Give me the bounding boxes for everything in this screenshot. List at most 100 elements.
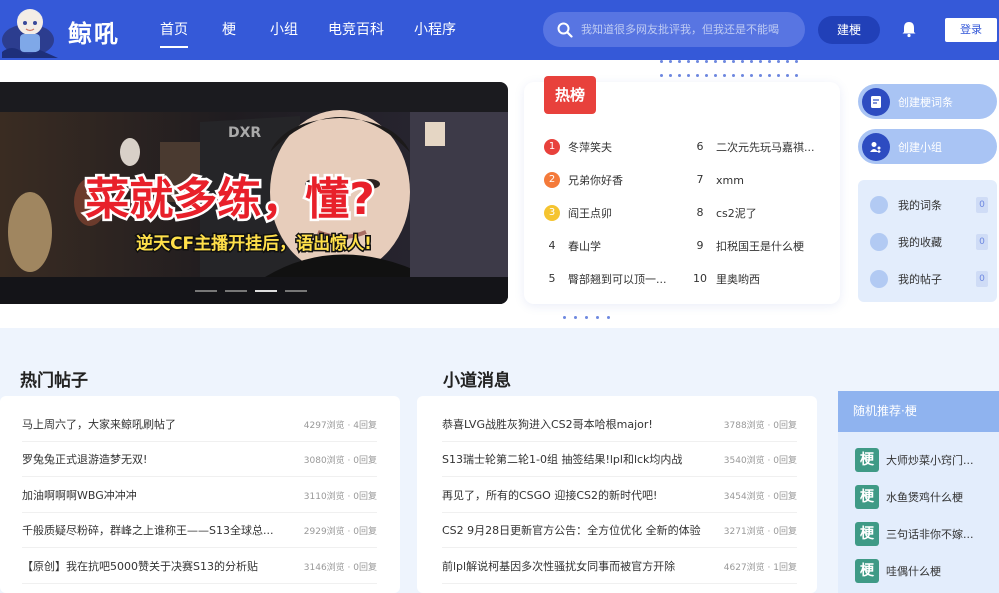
rank-badge: 2 <box>544 172 560 188</box>
post-title: 【原创】我在抗吧5000赞关于决赛S13的分析贴 <box>22 560 258 573</box>
search-input[interactable] <box>581 23 805 36</box>
search-icon[interactable] <box>557 22 573 38</box>
recommend-item[interactable]: 梗 大师炒菜小窍门... <box>855 448 985 472</box>
star-icon <box>870 233 888 251</box>
my-favorites-link[interactable]: 我的收藏 0 <box>870 233 988 251</box>
post-title: 加油啊啊啊WBG冲冲冲 <box>22 489 137 502</box>
hot-item[interactable]: 3 阎王点卯 <box>544 205 612 221</box>
rank-number: 7 <box>696 173 704 186</box>
my-entries-label: 我的词条 <box>898 199 942 212</box>
my-favorites-count: 0 <box>976 234 988 250</box>
banner-headline: 菜就多练，懂? <box>85 174 375 225</box>
carousel-dot-active[interactable] <box>255 290 277 292</box>
nav-mini-program[interactable]: 小程序 <box>414 0 456 60</box>
search-bar[interactable] <box>543 12 805 47</box>
hot-item[interactable]: 4 春山学 <box>544 238 602 254</box>
hot-item[interactable]: 5 臀部翘到可以顶一... <box>544 271 667 287</box>
rank-badge: 3 <box>544 205 560 221</box>
create-group-button[interactable]: 创建小组 <box>858 129 997 164</box>
recommend-item[interactable]: 梗 哇偶什么梗 <box>855 559 985 583</box>
carousel-dot[interactable] <box>285 290 307 292</box>
news-title: 小道消息 <box>443 371 511 391</box>
news-row[interactable]: 再见了，所有的CSGO 迎接CS2的新时代吧! 3454浏览 · 0回复 <box>442 478 797 513</box>
nav-meme[interactable]: 梗 <box>222 0 236 60</box>
recommend-item-label: 三句话非你不嫁... <box>886 528 974 541</box>
news-meta: 4627浏览 · 1回复 <box>723 562 797 573</box>
news-row[interactable]: 恭喜LVG战胜灰狗进入CS2哥本哈根major! 3788浏览 · 0回复 <box>442 407 797 442</box>
hot-item[interactable]: 7 xmm <box>692 172 744 188</box>
post-meta: 3110浏览 · 0回复 <box>303 491 377 502</box>
my-entries-link[interactable]: 我的词条 0 <box>870 196 988 214</box>
nav-home[interactable]: 首页 <box>160 0 188 60</box>
hot-item-title: 二次元先玩马嘉祺... <box>716 141 815 154</box>
carousel-indicators <box>195 290 307 292</box>
recommend-item[interactable]: 梗 三句话非你不嫁... <box>855 522 985 546</box>
post-row[interactable]: 马上周六了，大家来鲸吼刷帖了 4297浏览 · 4回复 <box>22 407 377 442</box>
banner-logo-text: DXR <box>228 125 261 141</box>
rank-number: 5 <box>548 272 556 285</box>
hot-item-title: 冬萍笑夫 <box>568 141 612 154</box>
hot-item[interactable]: 10 里奥哟西 <box>692 271 760 287</box>
meme-icon: 梗 <box>855 485 879 509</box>
meme-icon: 梗 <box>855 522 879 546</box>
hot-item[interactable]: 6 二次元先玩马嘉祺... <box>692 139 815 155</box>
post-row[interactable]: 罗兔兔正式退游造梦无双! 3080浏览 · 0回复 <box>22 442 377 477</box>
hot-item-title: cs2泥了 <box>716 207 757 220</box>
rank-number: 10 <box>693 272 707 285</box>
carousel-banner[interactable]: DXR 菜就多练，懂? 逆天CF主播开挂后，语出惊人! <box>0 82 508 304</box>
create-meme-label: 创建梗词条 <box>898 95 953 109</box>
post-title: 马上周六了，大家来鲸吼刷帖了 <box>22 418 176 431</box>
carousel-dot[interactable] <box>195 290 217 292</box>
login-button[interactable]: 登录 <box>945 18 997 42</box>
hot-list-tag: 热榜 <box>544 76 596 114</box>
post-title: 千般质疑尽粉碎，群峰之上谁称王——S13全球总... <box>22 524 274 537</box>
hot-item-title: 扣税国王是什么梗 <box>716 240 804 253</box>
hot-item[interactable]: 2 兄弟你好香 <box>544 172 623 188</box>
news-title-text: S13瑞士轮第二轮1-0组 抽签结果!lpl和lck均内战 <box>442 453 683 466</box>
document-icon <box>862 87 890 116</box>
post-row[interactable]: 加油啊啊啊WBG冲冲冲 3110浏览 · 0回复 <box>22 478 377 513</box>
nav-group[interactable]: 小组 <box>270 0 298 60</box>
create-meme-button[interactable]: 建梗 <box>818 16 880 44</box>
site-logo-text[interactable]: 鲸吼 <box>68 14 120 49</box>
hot-item-title: 阎王点卯 <box>568 207 612 220</box>
post-row[interactable]: 【原创】我在抗吧5000赞关于决赛S13的分析贴 3146浏览 · 0回复 <box>22 549 377 584</box>
rank-number: 6 <box>696 140 704 153</box>
rank-number: 4 <box>548 239 556 252</box>
post-row[interactable]: 千般质疑尽粉碎，群峰之上谁称王——S13全球总... 2929浏览 · 0回复 <box>22 513 377 548</box>
recommend-item-label: 水鱼煲鸡什么梗 <box>886 491 963 504</box>
my-posts-count: 0 <box>976 271 988 287</box>
hot-item[interactable]: 9 扣税国王是什么梗 <box>692 238 805 254</box>
post-icon <box>870 270 888 288</box>
nav-esports-wiki[interactable]: 电竞百科 <box>328 0 384 60</box>
recommend-item[interactable]: 梗 水鱼煲鸡什么梗 <box>855 485 985 509</box>
my-entries-count: 0 <box>976 197 988 213</box>
hot-item-title: 兄弟你好香 <box>568 174 623 187</box>
group-icon <box>862 132 890 161</box>
news-row[interactable]: S13瑞士轮第二轮1-0组 抽签结果!lpl和lck均内战 3540浏览 · 0… <box>442 442 797 477</box>
news-title-text: 再见了，所有的CSGO 迎接CS2的新时代吧! <box>442 489 658 502</box>
my-posts-link[interactable]: 我的帖子 0 <box>870 270 988 288</box>
meme-icon: 梗 <box>855 448 879 472</box>
hot-posts-title: 热门帖子 <box>20 371 88 391</box>
hot-item-title: 春山学 <box>568 240 601 253</box>
news-title-text: 前lpl解说柯基因多次性骚扰女同事而被官方开除 <box>442 560 676 573</box>
create-meme-entry-button[interactable]: 创建梗词条 <box>858 84 997 119</box>
post-title: 罗兔兔正式退游造梦无双! <box>22 453 148 466</box>
carousel-dot[interactable] <box>225 290 247 292</box>
hot-item[interactable]: 1 冬萍笑夫 <box>544 139 612 155</box>
news-title-text: 恭喜LVG战胜灰狗进入CS2哥本哈根major! <box>442 418 653 431</box>
rank-number: 9 <box>696 239 704 252</box>
decor-dots <box>660 74 798 77</box>
post-meta: 4297浏览 · 4回复 <box>303 420 377 431</box>
hot-item[interactable]: 8 cs2泥了 <box>692 205 757 221</box>
mascot-logo-icon[interactable] <box>0 0 60 60</box>
news-row[interactable]: 前lpl解说柯基因多次性骚扰女同事而被官方开除 4627浏览 · 1回复 <box>442 549 797 584</box>
post-meta: 3146浏览 · 0回复 <box>303 562 377 573</box>
news-row[interactable]: CS2 9月28日更新官方公告：全方位优化 全新的体验 3271浏览 · 0回复 <box>442 513 797 548</box>
decor-dots <box>660 60 798 63</box>
bell-icon[interactable] <box>900 20 918 38</box>
hot-item-title: 里奥哟西 <box>716 273 760 286</box>
news-title-text: CS2 9月28日更新官方公告：全方位优化 全新的体验 <box>442 524 701 537</box>
news-meta: 3540浏览 · 0回复 <box>723 455 797 466</box>
